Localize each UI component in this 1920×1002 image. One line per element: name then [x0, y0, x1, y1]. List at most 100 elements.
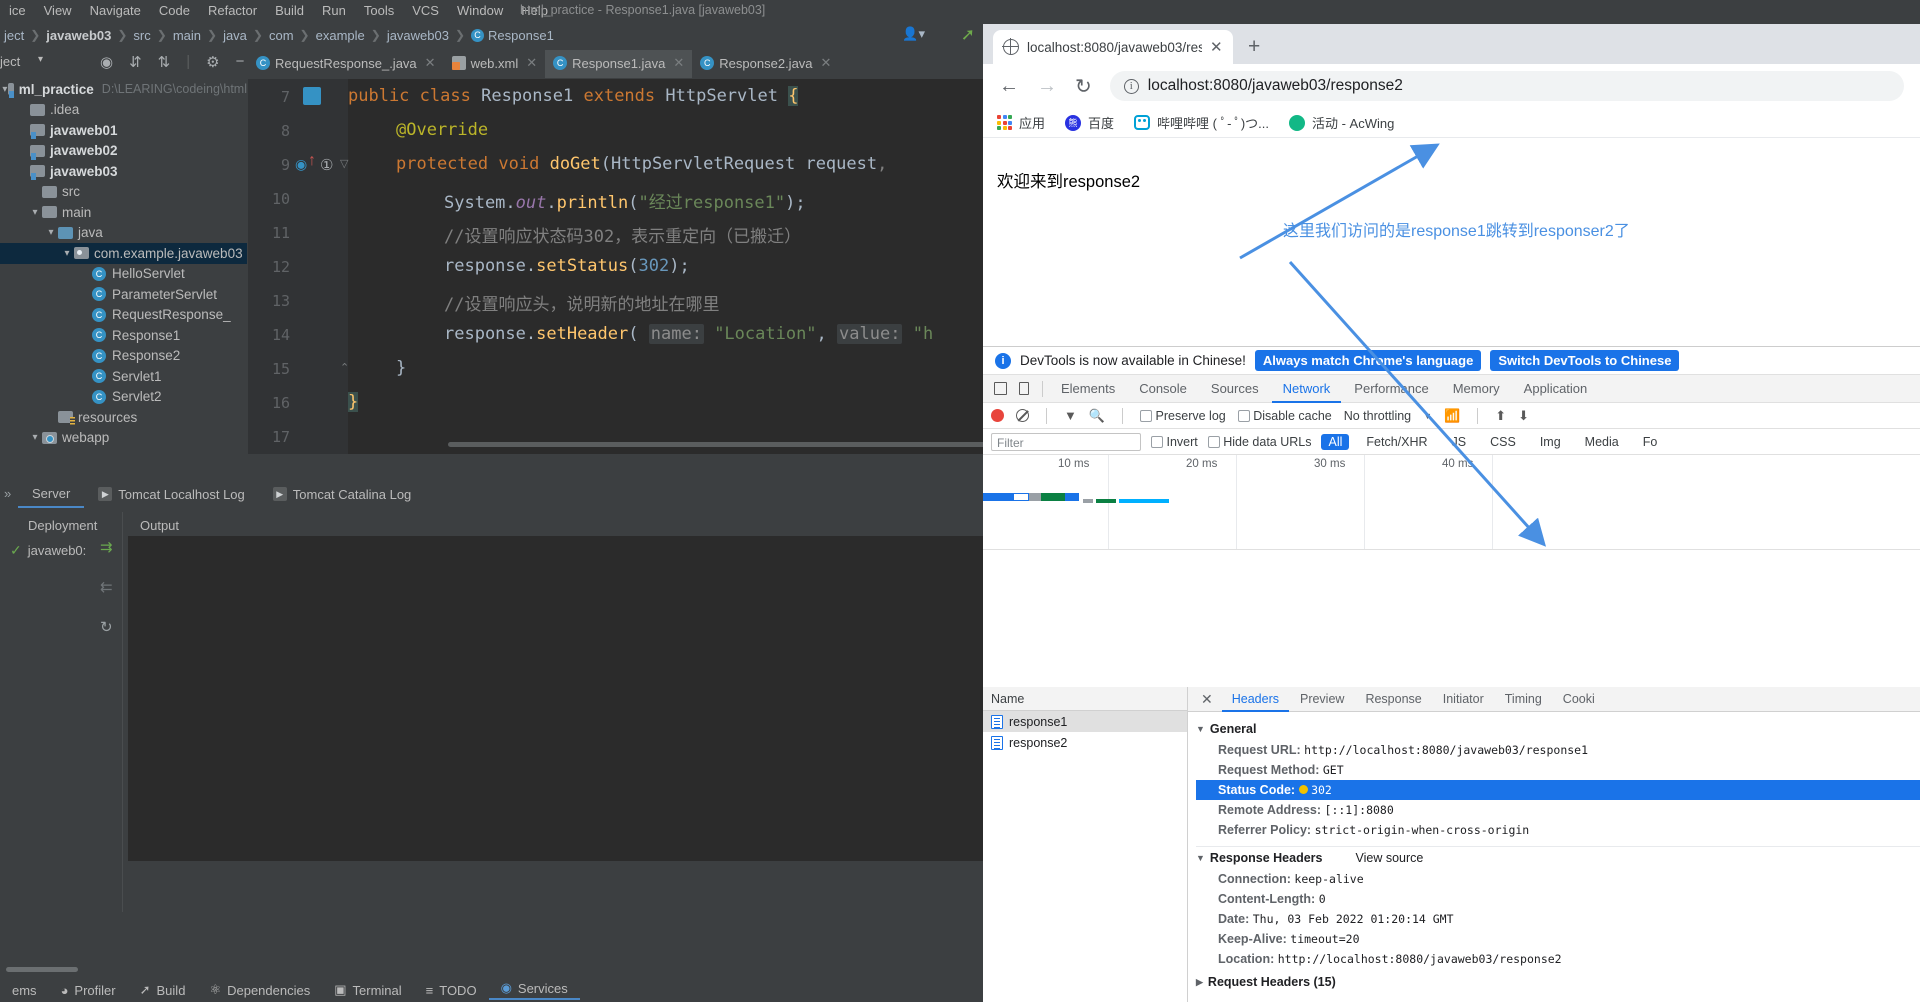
tree-row-project[interactable]: ▾ ml_practice D:\LEARING\codeing\html	[0, 79, 247, 100]
devtools-tab-console[interactable]: Console	[1128, 375, 1198, 403]
editor-tab-response1[interactable]: C Response1.java ✕	[545, 50, 693, 78]
menu-item-4[interactable]: Refactor	[199, 3, 266, 18]
breadcrumb-item-3[interactable]: main	[173, 28, 201, 43]
invert-checkbox[interactable]: Invert	[1151, 435, 1198, 449]
tree-row-servlet1[interactable]: C Servlet1	[0, 366, 247, 387]
filter-chip-font[interactable]: Fo	[1636, 434, 1665, 450]
filter-funnel-icon[interactable]: ▼	[1064, 408, 1077, 423]
tree-row-parameterservlet[interactable]: C ParameterServlet	[0, 284, 247, 305]
console-output-area[interactable]	[128, 536, 983, 861]
close-icon[interactable]: ✕	[526, 55, 537, 71]
close-detail-icon[interactable]: ✕	[1193, 691, 1221, 708]
tree-row-javaweb01[interactable]: javaweb01	[0, 120, 247, 141]
breadcrumb-item-0[interactable]: ject	[4, 28, 24, 43]
tree-row-package[interactable]: ▾ com.example.javaweb03	[0, 243, 247, 264]
tree-row-main[interactable]: ▾ main	[0, 202, 247, 223]
new-tab-button[interactable]: +	[1248, 35, 1260, 59]
always-match-language-button[interactable]: Always match Chrome's language	[1254, 350, 1482, 371]
search-icon[interactable]: 🔍	[1089, 408, 1105, 424]
filter-chip-all[interactable]: All	[1321, 433, 1350, 450]
breadcrumb-item-4[interactable]: java	[223, 28, 247, 43]
tree-row-idea[interactable]: .idea	[0, 100, 247, 121]
breadcrumb-item-2[interactable]: src	[133, 28, 150, 43]
response-headers-section-title[interactable]: ▼ Response Headers View source	[1196, 851, 1920, 865]
request-headers-section-title[interactable]: ▶ Request Headers (15)	[1196, 975, 1920, 989]
detail-tab-timing[interactable]: Timing	[1495, 687, 1552, 712]
devtools-tab-elements[interactable]: Elements	[1050, 375, 1126, 403]
menu-item-5[interactable]: Build	[266, 3, 313, 18]
menu-item-7[interactable]: Tools	[355, 3, 403, 18]
detail-tab-preview[interactable]: Preview	[1290, 687, 1354, 712]
close-icon[interactable]: ✕	[673, 55, 684, 71]
close-icon[interactable]: ✕	[1210, 38, 1223, 56]
close-icon[interactable]: ✕	[425, 55, 436, 71]
deployment-item[interactable]: ✓ javaweb0:	[10, 542, 86, 559]
chevron-down-icon[interactable]: ▾	[28, 207, 42, 218]
request-list[interactable]: Name response1 response2	[983, 687, 1188, 1002]
tree-row-javaweb03[interactable]: javaweb03	[0, 161, 247, 182]
implements-arrow-icon[interactable]: ↑	[308, 152, 316, 170]
devtools-tab-performance[interactable]: Performance	[1343, 375, 1439, 403]
undeploy-icon[interactable]: ⇇	[100, 578, 113, 596]
devtools-tab-sources[interactable]: Sources	[1200, 375, 1270, 403]
detail-tab-headers[interactable]: Headers	[1221, 687, 1289, 712]
chevron-down-icon[interactable]: ▾	[60, 248, 74, 259]
disable-cache-checkbox[interactable]: Disable cache	[1237, 409, 1332, 423]
bookmark-apps[interactable]: 应用	[997, 113, 1045, 132]
general-section-title[interactable]: ▼ General	[1196, 722, 1920, 736]
devtools-tab-network[interactable]: Network	[1271, 375, 1342, 403]
status-item-services[interactable]: ◉ Services	[488, 980, 580, 1000]
tree-row-java[interactable]: ▾ java	[0, 223, 247, 244]
tree-row-src[interactable]: src	[0, 182, 247, 203]
filter-chip-img[interactable]: Img	[1533, 434, 1568, 450]
detail-tab-initiator[interactable]: Initiator	[1433, 687, 1494, 712]
menu-item-3[interactable]: Code	[150, 3, 199, 18]
devtools-tab-memory[interactable]: Memory	[1442, 375, 1511, 403]
breadcrumb-item-7[interactable]: javaweb03	[387, 28, 449, 43]
filter-chip-media[interactable]: Media	[1578, 434, 1626, 450]
browser-tab[interactable]: localhost:8080/javaweb03/res ✕	[993, 30, 1233, 64]
menu-item-0[interactable]: ice	[0, 3, 35, 18]
inspect-element-icon[interactable]	[989, 379, 1011, 399]
view-source-link[interactable]: View source	[1355, 851, 1423, 865]
breadcrumb-item-5[interactable]: com	[269, 28, 294, 43]
forward-button[interactable]: →	[1037, 75, 1057, 98]
filter-chip-fetch-xhr[interactable]: Fetch/XHR	[1359, 434, 1434, 450]
chevron-down-icon[interactable]: ▾	[38, 54, 43, 65]
filter-chip-css[interactable]: CSS	[1483, 434, 1523, 450]
code-text[interactable]: public class Response1 extends HttpServl…	[348, 79, 1058, 454]
editor-horizontal-scrollbar[interactable]	[448, 442, 1058, 447]
menu-item-9[interactable]: Window	[448, 3, 512, 18]
bookmark-bilibili[interactable]: 哔哩哔哩 ( ﾟ- ﾟ)つ...	[1134, 113, 1269, 132]
detail-tab-cookies[interactable]: Cooki	[1553, 687, 1605, 712]
tree-row-requestresponse[interactable]: C RequestResponse_	[0, 305, 247, 326]
project-view-selector[interactable]: ject	[0, 54, 20, 69]
hide-data-urls-checkbox[interactable]: Hide data URLs	[1207, 435, 1311, 449]
menu-item-6[interactable]: Run	[313, 3, 355, 18]
user-account-icon[interactable]: 👤▾	[902, 26, 925, 42]
annotation-marker-icon[interactable]: ①	[320, 156, 333, 174]
more-tabs-icon[interactable]: »	[4, 486, 11, 501]
breadcrumb-item-6[interactable]: example	[316, 28, 365, 43]
close-icon[interactable]: ✕	[821, 55, 832, 71]
chevron-down-icon[interactable]: ▾	[44, 227, 58, 238]
reload-button[interactable]: ↻	[1075, 74, 1092, 99]
editor-tab-response2[interactable]: C Response2.java ✕	[692, 50, 839, 78]
menu-item-2[interactable]: Navigate	[81, 3, 150, 18]
code-editor[interactable]: 7 8 9 10 11 12 13 14 15 16 17 ◉ ↑ ① ▽ ⌃	[248, 79, 1058, 454]
menu-item-1[interactable]: View	[35, 3, 81, 18]
filter-chip-js[interactable]: JS	[1445, 434, 1474, 450]
locate-icon[interactable]: ◉	[100, 53, 113, 71]
switch-devtools-language-button[interactable]: Switch DevTools to Chinese	[1490, 350, 1680, 371]
editor-tab-requestresponse[interactable]: C RequestResponse_.java ✕	[248, 50, 444, 78]
devtools-tab-application[interactable]: Application	[1513, 375, 1599, 403]
request-row-response2[interactable]: response2	[983, 732, 1187, 753]
hide-panel-icon[interactable]: −	[236, 53, 245, 71]
build-hammer-icon[interactable]: ➚	[961, 25, 975, 45]
address-bar[interactable]: i localhost:8080/javaweb03/response2	[1109, 71, 1904, 101]
status-item-terminal[interactable]: ▣ Terminal	[322, 982, 413, 998]
request-row-response1[interactable]: response1	[983, 711, 1187, 732]
breadcrumb-item-8[interactable]: Response1	[488, 28, 554, 43]
expand-all-icon[interactable]: ⇵	[129, 53, 142, 71]
network-filter-input[interactable]: Filter	[991, 432, 1141, 451]
